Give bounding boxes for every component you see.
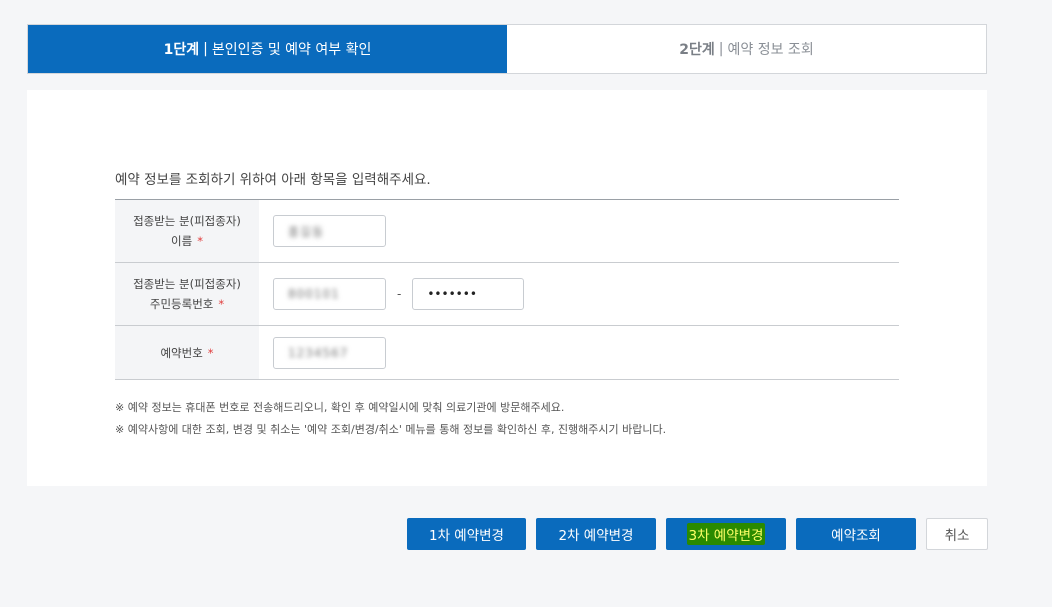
booking-label-wrap: 예약번호 * [160, 343, 213, 363]
notes: ※ 예약 정보는 휴대폰 번호로 전송해드리오니, 확인 후 예약일시에 맞춰 … [115, 397, 666, 441]
booking-number-value: 1234567 [288, 345, 349, 360]
form-row-rrn: 접종받는 분(피접종자) 주민등록번호 * 800101 - ••••••• [115, 263, 899, 326]
step-1-number: 1단계 [163, 42, 200, 58]
step-indicator: 1단계 | 본인인증 및 예약 여부 확인 2단계 | 예약 정보 조회 [27, 24, 987, 74]
name-label-line2-wrap: 이름 * [171, 231, 203, 251]
booking-number-input[interactable]: 1234567 [273, 336, 386, 369]
verification-form: 접종받는 분(피접종자) 이름 * 홍길동 접종받는 분(피접종자) 주민등록번호… [115, 199, 899, 380]
form-row-name: 접종받는 분(피접종자) 이름 * 홍길동 [115, 200, 899, 263]
step-2-tab[interactable]: 2단계 | 예약 정보 조회 [507, 25, 986, 73]
action-buttons: 1차 예약변경 2차 예약변경 3차 예약변경 예약조회 취소 [407, 518, 988, 550]
name-label: 접종받는 분(피접종자) 이름 * [115, 200, 259, 262]
name-input-value: 홍길동 [288, 224, 325, 239]
step-1-tab[interactable]: 1단계 | 본인인증 및 예약 여부 확인 [28, 25, 507, 73]
step-2-label: 예약 정보 조회 [727, 42, 814, 58]
third-booking-change-button[interactable]: 3차 예약변경 [666, 518, 786, 550]
second-booking-change-button[interactable]: 2차 예약변경 [536, 518, 656, 550]
step-1-separator: | [203, 41, 208, 57]
rrn-label-line2-wrap: 주민등록번호 * [150, 294, 224, 314]
step-2-number: 2단계 [679, 42, 715, 58]
name-label-line2: 이름 [171, 234, 193, 248]
form-row-booking: 예약번호 * 1234567 [115, 326, 899, 379]
rrn-label-line1: 접종받는 분(피접종자) [133, 277, 241, 291]
rrn-back-input[interactable]: ••••••• [412, 278, 525, 310]
rrn-field-cell: 800101 - ••••••• [259, 263, 899, 325]
note-1: ※ 예약 정보는 휴대폰 번호로 전송해드리오니, 확인 후 예약일시에 맞춰 … [115, 401, 565, 414]
step-1-label: 본인인증 및 예약 여부 확인 [211, 42, 372, 58]
name-label-line1: 접종받는 분(피접종자) [133, 214, 241, 228]
form-panel: 예약 정보를 조회하기 위하여 아래 항목을 입력해주세요. 접종받는 분(피접… [27, 90, 987, 486]
rrn-label: 접종받는 분(피접종자) 주민등록번호 * [115, 263, 259, 325]
step-2-separator: | [718, 41, 724, 57]
rrn-back-value: ••••••• [427, 287, 477, 301]
booking-field-cell: 1234567 [259, 326, 899, 379]
required-mark: * [197, 234, 203, 248]
third-booking-change-label: 3차 예약변경 [686, 523, 766, 545]
rrn-label-line2: 주민등록번호 [149, 297, 214, 311]
intro-text: 예약 정보를 조회하기 위하여 아래 항목을 입력해주세요. [115, 172, 431, 188]
booking-label-text: 예약번호 [160, 345, 203, 360]
required-mark: * [218, 297, 225, 311]
required-mark: * [207, 345, 214, 360]
name-field-cell: 홍길동 [259, 200, 899, 262]
rrn-dash: - [397, 287, 402, 301]
rrn-front-value: 800101 [288, 287, 340, 301]
booking-label: 예약번호 * [115, 326, 259, 379]
name-input[interactable]: 홍길동 [273, 215, 386, 247]
note-2: ※ 예약사항에 대한 조회, 변경 및 취소는 '예약 조회/변경/취소' 메뉴… [115, 423, 667, 436]
first-booking-change-button[interactable]: 1차 예약변경 [407, 518, 526, 550]
cancel-button[interactable]: 취소 [926, 518, 988, 550]
rrn-front-input[interactable]: 800101 [273, 278, 386, 310]
booking-lookup-button[interactable]: 예약조회 [796, 518, 916, 550]
